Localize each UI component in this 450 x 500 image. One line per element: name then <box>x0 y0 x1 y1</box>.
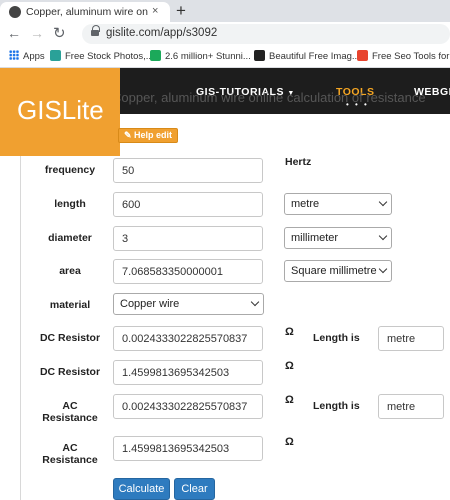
length-input[interactable]: 600 <box>113 192 263 217</box>
forward-arrow-icon[interactable]: → <box>30 25 44 41</box>
frequency-label: frequency <box>44 164 96 176</box>
tab-title: Copper, aluminum wire online calculation… <box>26 6 148 18</box>
bookmark-free-stock-photos[interactable]: Free Stock Photos,... <box>50 50 154 64</box>
browser-tab[interactable]: Copper, aluminum wire online calculation… <box>0 2 170 22</box>
bookmark-stunning-images[interactable]: 2.6 million+ Stunni... <box>150 50 251 64</box>
diameter-label: diameter <box>48 232 92 244</box>
lock-icon <box>91 25 100 38</box>
bookmark-favicon-icon <box>150 50 161 61</box>
new-tab-icon[interactable]: + <box>176 1 186 21</box>
clear-button[interactable]: Clear <box>174 478 215 500</box>
frequency-unit: Hertz <box>285 156 312 168</box>
bookmark-favicon-icon <box>254 50 265 61</box>
page-title: Copper, aluminum wire online calculation… <box>112 90 426 105</box>
area-input[interactable]: 7.068583350000001 <box>113 259 263 284</box>
ohm-symbol: Ω <box>285 394 294 406</box>
browser-toolbar: ← → ↻ gislite.com/app/s3092 <box>0 22 450 46</box>
length-unit-select[interactable]: metre <box>284 193 392 215</box>
ohm-symbol: Ω <box>285 326 294 338</box>
tab-close-icon[interactable]: × <box>152 5 158 17</box>
back-arrow-icon[interactable]: ← <box>7 25 21 41</box>
ohm-symbol: Ω <box>285 436 294 448</box>
help-edit-button[interactable]: ✎ Help edit <box>118 128 179 143</box>
site-favicon-icon <box>9 6 21 18</box>
apps-grid-icon <box>9 50 19 60</box>
material-label: material <box>49 299 91 311</box>
dc-resistor-output[interactable]: 0.0024333022825570837 <box>113 326 263 351</box>
length-is-label: Length is <box>313 332 360 344</box>
chevron-down-icon <box>378 231 388 241</box>
dc-resistor-label: DC Resistor <box>39 332 101 344</box>
bookmark-favicon-icon <box>357 50 368 61</box>
dc-length-unit-input[interactable]: metre <box>378 326 444 351</box>
diameter-input[interactable]: 3 <box>113 226 263 251</box>
url-text: gislite.com/app/s3092 <box>106 27 218 39</box>
chevron-down-icon <box>378 264 388 274</box>
frequency-input[interactable]: 50 <box>113 158 263 183</box>
bookmark-apps[interactable]: Apps <box>9 50 45 64</box>
chevron-down-icon <box>250 297 260 307</box>
dc-resistor-output[interactable]: 1.4599813695342503 <box>113 360 263 385</box>
ac-resistance-label: AC Resistance <box>42 400 98 424</box>
length-is-label: Length is <box>313 400 360 412</box>
logo-text: GISLite <box>17 95 104 125</box>
diameter-unit-select[interactable]: millimeter <box>284 227 392 249</box>
content-divider <box>20 156 21 500</box>
ohm-symbol: Ω <box>285 360 294 372</box>
calculate-button[interactable]: Calculate <box>113 478 170 500</box>
area-label: area <box>59 265 81 277</box>
bookmark-beautiful-free-images[interactable]: Beautiful Free Imag... <box>254 50 360 64</box>
dc-resistor-label: DC Resistor <box>39 366 101 378</box>
area-unit-select[interactable]: Square millimetre <box>284 260 392 282</box>
browser-tab-strip: Copper, aluminum wire online calculation… <box>0 0 450 22</box>
ac-resistance-label: AC Resistance <box>42 442 98 466</box>
reload-icon[interactable]: ↻ <box>53 24 66 42</box>
ac-resistance-output[interactable]: 0.0024333022825570837 <box>113 394 263 419</box>
address-bar[interactable]: gislite.com/app/s3092 <box>82 24 450 44</box>
bookmark-favicon-icon <box>50 50 61 61</box>
ac-length-unit-input[interactable]: metre <box>378 394 444 419</box>
material-select[interactable]: Copper wire <box>113 293 264 315</box>
bookmarks-bar: Apps Free Stock Photos,... 2.6 million+ … <box>0 46 450 68</box>
chevron-down-icon <box>378 197 388 207</box>
length-label: length <box>54 198 86 210</box>
bookmark-free-seo-tools[interactable]: Free Seo Tools for k... <box>357 50 450 64</box>
site-logo[interactable]: GISLite <box>0 68 120 156</box>
ac-resistance-output[interactable]: 1.4599813695342503 <box>113 436 263 461</box>
